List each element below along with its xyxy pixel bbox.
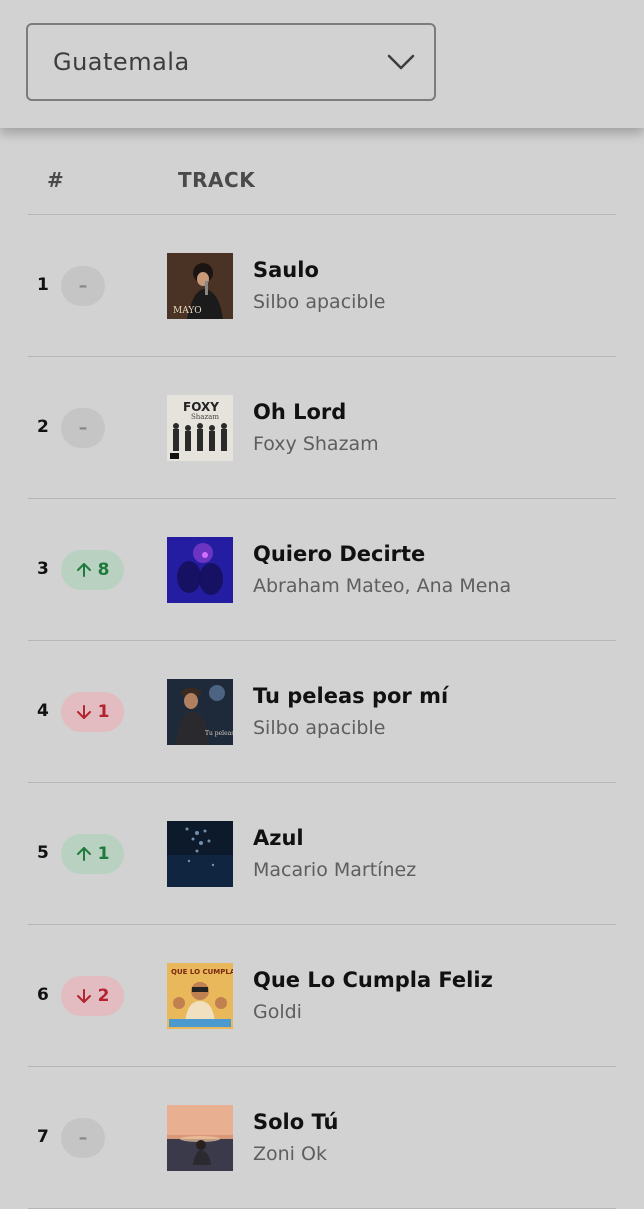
track-rank: 2 xyxy=(37,417,49,437)
rank-change-value: 2 xyxy=(97,986,110,1006)
rank-change-value: 1 xyxy=(97,702,110,722)
album-cover: Tu peleas xyxy=(167,679,233,745)
list-header: # TRACK xyxy=(28,128,616,215)
rank-change-value: 8 xyxy=(97,560,110,580)
album-cover: MAYO xyxy=(167,253,233,319)
arrow-up-icon xyxy=(76,563,91,577)
track-artist: Foxy Shazam xyxy=(253,433,379,455)
svg-text:MAYO: MAYO xyxy=(173,306,202,316)
track-row[interactable]: 2 – FOXY Shazam Oh Lord Foxy Shazam xyxy=(28,357,616,499)
arrow-down-icon xyxy=(76,705,91,719)
track-rank: 1 xyxy=(37,275,49,295)
rank-column-header: # xyxy=(47,168,64,192)
rank-change-value: – xyxy=(78,276,88,296)
album-cover xyxy=(167,1105,233,1171)
rank-change-value: – xyxy=(78,418,88,438)
track-row[interactable]: 6 2 QUE LO CUMPLA Que Lo Cumpla Feliz Go… xyxy=(28,925,616,1067)
album-cover: FOXY Shazam xyxy=(167,395,233,461)
track-rank: 5 xyxy=(37,843,49,863)
track-column-header: TRACK xyxy=(178,168,256,192)
track-artist: Goldi xyxy=(253,1001,302,1023)
track-rank: 6 xyxy=(37,985,49,1005)
arrow-down-icon xyxy=(76,989,91,1003)
track-artist: Silbo apacible xyxy=(253,291,386,313)
rank-change-value: – xyxy=(78,1128,88,1148)
rank-change-badge: – xyxy=(61,408,105,448)
arrow-up-icon xyxy=(76,847,91,861)
header: Guatemala xyxy=(0,0,644,128)
track-title: Quiero Decirte xyxy=(253,542,426,566)
track-title: Solo Tú xyxy=(253,1110,339,1134)
album-cover: QUE LO CUMPLA xyxy=(167,963,233,1029)
rank-change-badge: 1 xyxy=(61,834,124,874)
track-rank: 4 xyxy=(37,701,49,721)
rank-change-badge: – xyxy=(61,266,105,306)
track-artist: Abraham Mateo, Ana Mena xyxy=(253,575,512,597)
track-row[interactable]: 4 1 Tu peleas Tu peleas por mí Silbo apa… xyxy=(28,641,616,783)
rank-change-badge: 1 xyxy=(61,692,124,732)
track-row[interactable]: 1 – MAYO Saulo Silbo apacible xyxy=(28,215,616,357)
track-artist: Macario Martínez xyxy=(253,859,417,881)
track-row[interactable]: 5 1 Azul Macario Martínez xyxy=(28,783,616,925)
country-select[interactable]: Guatemala xyxy=(26,23,436,101)
chevron-down-icon xyxy=(387,54,415,70)
rank-change-value: 1 xyxy=(97,844,110,864)
track-row[interactable]: 3 8 Quiero Decirte Abraham Mateo, Ana Me… xyxy=(28,499,616,641)
svg-text:QUE LO CUMPLA: QUE LO CUMPLA xyxy=(171,968,233,976)
track-title: Tu peleas por mí xyxy=(253,684,449,708)
track-title: Saulo xyxy=(253,258,319,282)
album-cover xyxy=(167,537,233,603)
track-row[interactable]: 7 – Solo Tú Zoni Ok xyxy=(28,1067,616,1209)
track-list: 1 – MAYO Saulo Silbo apacible 2 – FOXY S… xyxy=(28,215,616,1209)
svg-text:Shazam: Shazam xyxy=(191,413,219,421)
track-title: Oh Lord xyxy=(253,400,347,424)
rank-change-badge: – xyxy=(61,1118,105,1158)
country-select-value: Guatemala xyxy=(53,48,190,76)
track-rank: 3 xyxy=(37,559,49,579)
svg-text:Tu peleas: Tu peleas xyxy=(205,730,233,737)
svg-text:FOXY: FOXY xyxy=(183,400,219,414)
track-title: Azul xyxy=(253,826,304,850)
track-artist: Zoni Ok xyxy=(253,1143,327,1165)
track-rank: 7 xyxy=(37,1127,49,1147)
track-artist: Silbo apacible xyxy=(253,717,386,739)
rank-change-badge: 8 xyxy=(61,550,124,590)
rank-change-badge: 2 xyxy=(61,976,124,1016)
album-cover xyxy=(167,821,233,887)
track-title: Que Lo Cumpla Feliz xyxy=(253,968,493,992)
